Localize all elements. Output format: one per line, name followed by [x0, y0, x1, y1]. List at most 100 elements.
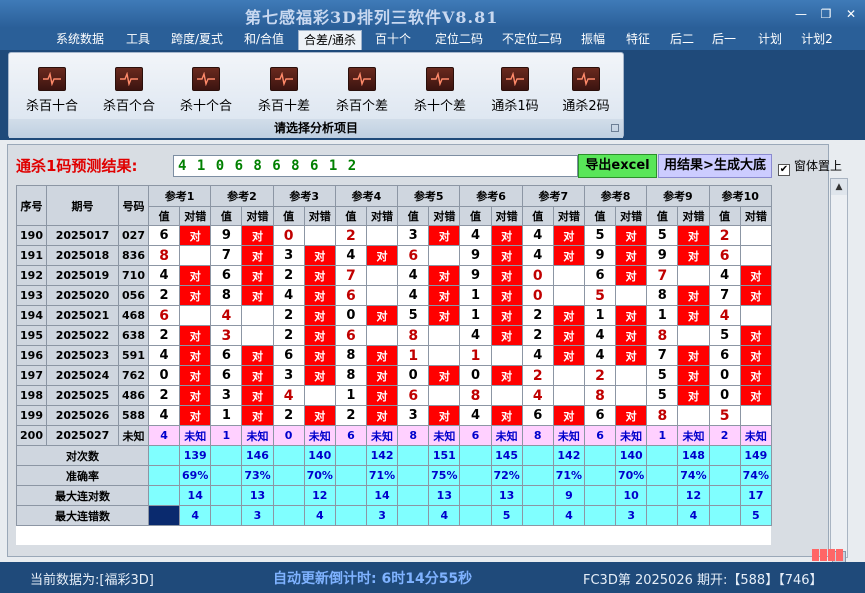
ref-hit-cell: 对 [490, 225, 523, 246]
stats-value-cell: 9 [552, 485, 585, 506]
ref-value-cell: 6 [147, 305, 181, 326]
ref-value-cell: 1 [210, 405, 243, 426]
menu-item-5[interactable]: 百十个 [370, 30, 416, 50]
menu-item-13[interactable]: 计划2 [796, 30, 838, 50]
menu-item-8[interactable]: 振幅 [575, 30, 611, 50]
menu-item-7[interactable]: 不定位二码 [494, 30, 570, 50]
ribbon-button-6[interactable]: 通杀1码 [480, 65, 550, 115]
generate-base-button[interactable]: 用结果>生成大底 [658, 154, 772, 178]
prediction-field[interactable]: 4 1 0 6 8 6 8 6 1 2 [173, 155, 578, 177]
ribbon-button-1[interactable]: 杀百个合 [94, 65, 164, 115]
vertical-scrollbar[interactable]: ▲ [830, 178, 848, 567]
stats-value-cell: 142 [365, 445, 399, 466]
ref-hit-cell: 对 [739, 365, 773, 386]
stats-value-cell: 10 [615, 485, 648, 506]
pred-result-cell: 未知 [241, 425, 274, 446]
menu-item-2[interactable]: 跨度/夏式 [162, 30, 232, 50]
scroll-up-icon[interactable]: ▲ [831, 179, 847, 195]
ref-value-cell: 1 [334, 385, 367, 406]
close-button[interactable]: ✕ [840, 5, 862, 23]
table-row[interactable]: 197 2025024 762 0 对 6 对 3 对 8 对 0 对 0 对 2 2 5 对 0 对 [16, 365, 773, 386]
col-header-value: 值 [521, 206, 554, 226]
table-row[interactable]: 193 2025020 056 2 对 8 对 4 对 6 4 对 1 对 0 5 8 对 7 对 [16, 285, 773, 306]
stats-gap-cell [459, 445, 492, 466]
ribbon-button-2[interactable]: 杀十个合 [171, 65, 241, 115]
topmost-checkbox[interactable]: ✔ 窗体置上 [778, 157, 842, 176]
ribbon-button-5[interactable]: 杀十个差 [405, 65, 475, 115]
ref-value-cell: 6 [583, 265, 617, 286]
checkbox-icon[interactable]: ✔ [778, 164, 790, 176]
pred-value-cell: 2 [708, 425, 741, 446]
ribbon-button-3[interactable]: 杀百十差 [249, 65, 319, 115]
menu-item-11[interactable]: 后一 [706, 30, 742, 50]
table-row[interactable]: 194 2025021 468 6 4 2 对 0 对 5 对 1 对 2 对 1 对 1 对 4 [16, 305, 773, 326]
table-row[interactable]: 198 2025025 486 2 对 3 对 4 1 对 6 8 4 8 5 对 0 对 [16, 385, 773, 406]
ref-value-cell: 7 [210, 245, 243, 266]
table-row[interactable]: 195 2025022 638 2 对 3 2 对 6 8 4 对 2 对 4 对 8 5 对 [16, 325, 773, 346]
table-row[interactable]: 190 2025017 027 6 对 9 对 0 2 3 对 4 对 4 对 5 对 5 对 2 [16, 225, 773, 246]
stats-gap-cell [397, 445, 430, 466]
restore-button[interactable]: ❐ [815, 5, 837, 23]
ref-hit-cell: 对 [677, 245, 710, 266]
table-row[interactable]: 192 2025019 710 4 对 6 对 2 对 7 4 对 9 对 0 6 对 7 4 对 [16, 265, 773, 286]
ribbon-button-4[interactable]: 杀百个差 [327, 65, 397, 115]
stats-gap-cell [334, 465, 367, 486]
ribbon-button-label: 通杀2码 [562, 99, 610, 114]
pred-result-cell: 未知 [552, 425, 585, 446]
ref-hit-cell: 对 [303, 405, 336, 426]
col-header-value: 值 [210, 206, 243, 226]
stats-value-cell: 72% [490, 465, 523, 486]
col-header-value: 值 [459, 206, 492, 226]
stats-gap-cell [210, 505, 243, 526]
ref-value-cell: 0 [521, 285, 554, 306]
ref-hit-cell: 对 [303, 365, 336, 386]
col-header-seq: 序号 [16, 185, 47, 226]
minimize-button[interactable]: — [790, 5, 812, 23]
menu-item-0[interactable]: 系统数据 [48, 30, 112, 50]
menu-item-9[interactable]: 特征 [620, 30, 656, 50]
stats-value-cell: 12 [303, 485, 336, 506]
ref-value-cell: 3 [210, 325, 243, 346]
ref-hit-cell: 对 [303, 265, 336, 286]
ref-value-cell: 6 [210, 365, 243, 386]
pred-value-cell: 6 [334, 425, 367, 446]
stats-value-cell: 74% [677, 465, 710, 486]
ref-miss-cell [490, 345, 523, 366]
prediction-row[interactable]: 200 2025027 未知 4 未知 1 未知 0 未知 6 未知 8 未知 6 未知 8 未知 6 未知 1 未知 2… [16, 425, 773, 446]
col-header-value: 值 [272, 206, 305, 226]
menu-item-6[interactable]: 定位二码 [428, 30, 490, 50]
ribbon-launcher-icon[interactable] [611, 124, 619, 132]
ref-hit-cell: 对 [303, 345, 336, 366]
col-header-value: 值 [646, 206, 679, 226]
ref-hit-cell: 对 [179, 345, 212, 366]
ref-hit-cell: 对 [365, 245, 399, 266]
ref-value-cell: 2 [272, 405, 305, 426]
ref-value-cell: 4 [210, 305, 243, 326]
ribbon-button-7[interactable]: 通杀2码 [551, 65, 621, 115]
pred-result-cell: 未知 [179, 425, 212, 446]
table-row[interactable]: 196 2025023 591 4 对 6 对 6 对 8 对 1 1 4 对 4 对 7 对 6 对 [16, 345, 773, 366]
ref-miss-cell [365, 265, 399, 286]
row-code: 未知 [118, 425, 149, 446]
menu-item-12[interactable]: 计划 [752, 30, 788, 50]
menu-item-10[interactable]: 后二 [664, 30, 700, 50]
row-code: 638 [118, 325, 149, 346]
export-excel-button[interactable]: 导出excel [578, 154, 657, 178]
ref-miss-cell [552, 385, 585, 406]
col-header-result: 对错 [241, 206, 274, 226]
ref-hit-cell: 对 [552, 405, 585, 426]
stats-gap-cell [521, 465, 554, 486]
menu-item-3[interactable]: 和/合值 [236, 30, 292, 50]
stats-value-cell: 70% [303, 465, 336, 486]
table-row[interactable]: 191 2025018 836 8 7 对 3 对 4 对 6 9 对 4 对 9 对 9 对 6 [16, 245, 773, 266]
ref-value-cell: 7 [708, 285, 741, 306]
stats-value-cell: 4 [303, 505, 336, 526]
stats-gap-cell [583, 505, 617, 526]
ref-value-cell: 0 [397, 365, 430, 386]
menu-item-4[interactable]: 合差/通杀 [298, 30, 362, 50]
table-row[interactable]: 199 2025026 588 4 对 1 对 2 对 2 对 3 对 4 对 6 对 6 对 8 5 [16, 405, 773, 426]
chart-icon [501, 67, 529, 91]
menu-item-1[interactable]: 工具 [118, 30, 158, 50]
stats-value-cell: 13 [490, 485, 523, 506]
ribbon-button-0[interactable]: 杀百十合 [17, 65, 87, 115]
